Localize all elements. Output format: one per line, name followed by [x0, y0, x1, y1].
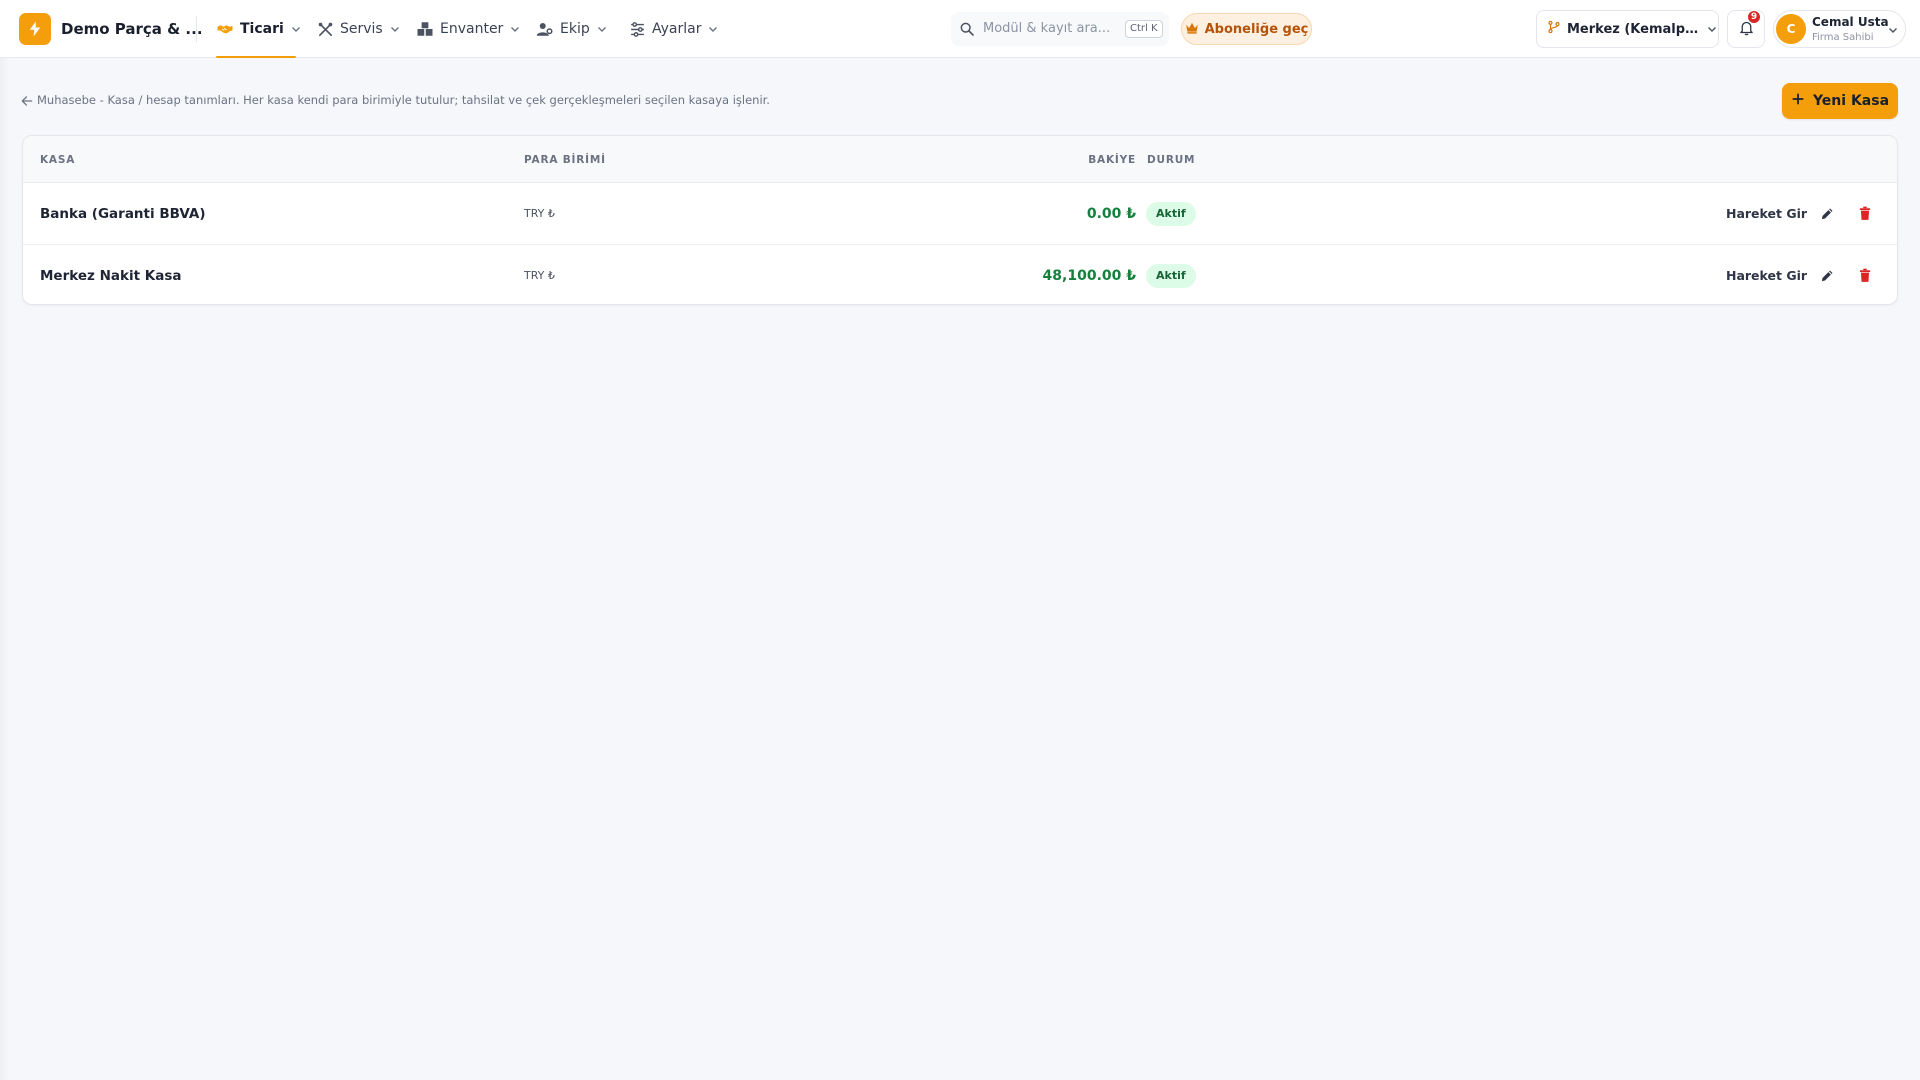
- cash-account-name[interactable]: Merkez Nakit Kasa: [40, 245, 181, 304]
- status-cell: Aktif: [1146, 245, 1196, 304]
- status-badge: Aktif: [1146, 263, 1196, 288]
- sliders-icon: [628, 20, 646, 38]
- notifications-button[interactable]: 9: [1727, 10, 1765, 48]
- nav-item-ekip[interactable]: Ekip: [536, 0, 608, 58]
- nav-item-envanter[interactable]: Envanter: [416, 0, 521, 58]
- column-header-kasa[interactable]: KASA: [40, 154, 75, 166]
- chevron-down-icon: [509, 23, 521, 35]
- nav-label: Ekip: [560, 21, 590, 37]
- column-header-currency[interactable]: PARA BİRİMİ: [524, 154, 606, 166]
- team-icon: [536, 20, 554, 38]
- edit-button[interactable]: [1817, 183, 1837, 244]
- crown-icon: [1185, 21, 1199, 38]
- chevron-down-icon: [1706, 23, 1718, 35]
- nav-label: Ayarlar: [652, 21, 702, 37]
- new-cash-account-button[interactable]: Yeni Kasa: [1782, 83, 1898, 119]
- table-row[interactable]: Banka (Garanti BBVA) TRY ₺ 0.00 ₺ Aktif …: [23, 183, 1897, 244]
- delete-button[interactable]: [1855, 183, 1875, 244]
- search-input[interactable]: Modül & kayıt ara... Ctrl K: [951, 12, 1169, 46]
- chevron-down-icon: [596, 23, 608, 35]
- top-navbar: Demo Parça & ... Ticari Servis Envanter: [0, 0, 1920, 58]
- subscribe-button[interactable]: Aboneliğe geç: [1181, 13, 1312, 45]
- boxes-icon: [416, 20, 434, 38]
- user-role: Firma Sahibi: [1812, 32, 1874, 43]
- brand-name[interactable]: Demo Parça & ...: [61, 20, 203, 38]
- brand-divider: [196, 16, 197, 42]
- shortcut-hint: Ctrl K: [1125, 20, 1163, 38]
- user-menu[interactable]: C Cemal Usta Firma Sahibi: [1773, 10, 1906, 48]
- cash-account-name[interactable]: Banka (Garanti BBVA): [40, 183, 206, 244]
- pencil-icon: [1817, 204, 1837, 224]
- balance-value: 48,100.00 ₺: [1042, 267, 1136, 284]
- add-transaction-link[interactable]: Hareket Gir: [1726, 183, 1807, 244]
- balance-value: 0.00 ₺: [1086, 205, 1136, 222]
- notification-count-badge: 9: [1747, 10, 1761, 24]
- subscribe-label: Aboneliğe geç: [1204, 21, 1309, 37]
- edit-button[interactable]: [1817, 245, 1837, 304]
- avatar: C: [1776, 14, 1806, 44]
- cash-accounts-table: KASA PARA BİRİMİ BAKİYE DURUM Banka (Gar…: [22, 135, 1898, 305]
- git-branch-icon: [1547, 20, 1561, 38]
- left-edge-shade: [0, 58, 10, 1080]
- tools-icon: [316, 20, 334, 38]
- lightning-logo-icon[interactable]: [19, 13, 51, 45]
- status-badge: Aktif: [1146, 201, 1196, 226]
- nav-item-servis[interactable]: Servis: [316, 0, 401, 58]
- status-cell: Aktif: [1146, 183, 1196, 244]
- trash-icon: [1855, 266, 1875, 286]
- search-icon: [959, 21, 975, 37]
- nav-item-ayarlar[interactable]: Ayarlar: [628, 0, 719, 58]
- plus-icon: [1791, 92, 1805, 110]
- chevron-down-icon: [1887, 24, 1899, 36]
- currency-value: TRY ₺: [524, 207, 555, 220]
- chevron-down-icon: [707, 23, 719, 35]
- column-header-balance[interactable]: BAKİYE: [1033, 154, 1136, 166]
- table-header: KASA PARA BİRİMİ BAKİYE DURUM: [23, 136, 1897, 183]
- add-transaction-link[interactable]: Hareket Gir: [1726, 245, 1807, 304]
- column-header-status[interactable]: DURUM: [1147, 154, 1195, 166]
- table-row[interactable]: Merkez Nakit Kasa TRY ₺ 48,100.00 ₺ Akti…: [23, 244, 1897, 304]
- pencil-icon: [1817, 266, 1837, 286]
- handshake-icon: [216, 20, 234, 38]
- branch-label: Merkez (Kemalpa...: [1567, 21, 1700, 37]
- back-arrow-icon[interactable]: [20, 93, 34, 107]
- nav-label: Servis: [340, 21, 383, 37]
- page-description: Muhasebe - Kasa / hesap tanımları. Her k…: [37, 93, 770, 107]
- delete-button[interactable]: [1855, 245, 1875, 304]
- nav-label: Ticari: [240, 21, 284, 37]
- nav-label: Envanter: [440, 21, 504, 37]
- user-name: Cemal Usta: [1812, 15, 1889, 29]
- search-placeholder: Modül & kayıt ara...: [983, 21, 1111, 36]
- chevron-down-icon: [290, 23, 302, 35]
- nav-item-ticari[interactable]: Ticari: [216, 0, 300, 58]
- new-cash-account-label: Yeni Kasa: [1812, 93, 1890, 109]
- trash-icon: [1855, 204, 1875, 224]
- chevron-down-icon: [389, 23, 401, 35]
- branch-selector[interactable]: Merkez (Kemalpa...: [1536, 10, 1719, 48]
- currency-value: TRY ₺: [524, 269, 555, 282]
